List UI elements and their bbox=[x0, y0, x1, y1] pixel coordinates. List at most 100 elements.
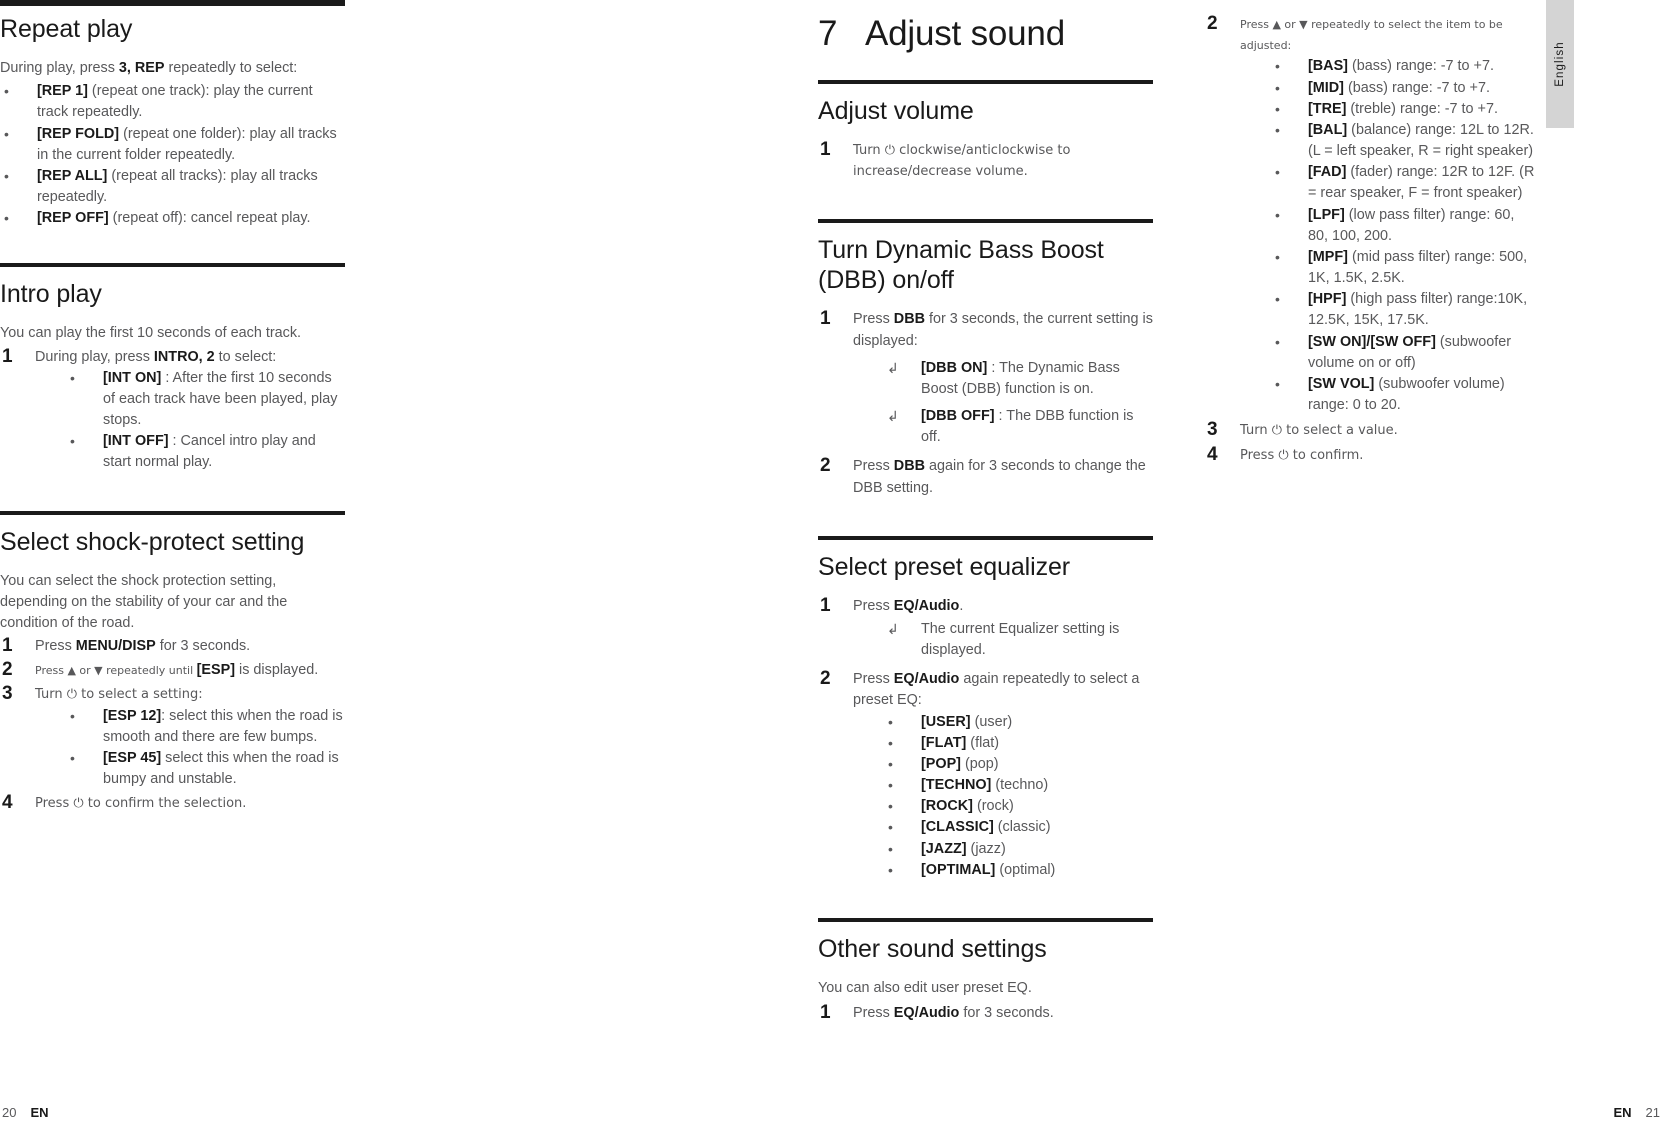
step-pre: Press bbox=[853, 311, 894, 328]
step-number: 3 bbox=[2, 683, 13, 705]
step-item: 1 Press MENU/DISP for 3 seconds. bbox=[0, 635, 345, 657]
list-item: • [ESP 12]: select this when the road is … bbox=[35, 706, 345, 748]
manual-page: Repeat play During play, press 3, REP re… bbox=[0, 0, 1678, 1136]
bullet-dot-icon: • bbox=[70, 749, 75, 766]
list-item: • [CLASSIC] (classic) bbox=[853, 817, 1153, 838]
option-code: [FLAT] bbox=[921, 734, 967, 751]
list-item: • [FAD] (fader) range: 12R to 12F. (R = r… bbox=[1240, 162, 1535, 204]
section-intro: You can also edit user preset EQ. bbox=[818, 979, 1032, 996]
arrow-right-icon: ↲ bbox=[887, 359, 899, 376]
bullet-dot-icon: • bbox=[70, 369, 75, 386]
bullet-dot-icon: • bbox=[888, 777, 893, 794]
intro-post: repeatedly to select: bbox=[164, 60, 298, 76]
bullet-dot-icon: • bbox=[1275, 121, 1280, 138]
step-item: 1 Press EQ/Audio. ↲ The current Equalizer… bbox=[818, 594, 1153, 662]
list-item: ↲ [DBB OFF] : The DBB function is off. bbox=[853, 406, 1153, 448]
preset-eq-steps: 1 Press EQ/Audio. ↲ The current Equalizer… bbox=[818, 594, 1153, 881]
step-number: 1 bbox=[820, 594, 831, 616]
section-divider bbox=[0, 263, 345, 268]
step-pre: Press bbox=[35, 638, 76, 655]
eq-result-list: ↲ The current Equalizer setting is displa… bbox=[853, 619, 1153, 661]
step-text: Turn ⏻ clockwise/anticlockwise to increa… bbox=[853, 143, 1071, 180]
bullet-dot-icon: • bbox=[1275, 375, 1280, 392]
step-number: 4 bbox=[2, 792, 13, 814]
dbb-steps: 1 Press DBB for 3 seconds, the current s… bbox=[818, 308, 1153, 498]
list-item: • [USER] (user) bbox=[853, 712, 1153, 733]
step-text: Press ⏻ to confirm. bbox=[1240, 448, 1364, 464]
list-item: • [ROCK] (rock) bbox=[853, 796, 1153, 817]
list-item: • [REP OFF] (repeat off): cancel repeat p… bbox=[0, 208, 345, 229]
section-divider bbox=[0, 510, 345, 515]
param-desc: (bass) range: -7 to +7. bbox=[1347, 58, 1494, 75]
option-desc: (repeat off): cancel repeat play. bbox=[108, 210, 311, 227]
middle-column: 7 Adjust sound Adjust volume 1 Turn ⏻ cl… bbox=[818, 0, 1153, 1027]
bullet-dot-icon: • bbox=[4, 210, 9, 227]
section-heading: Select preset equalizer bbox=[818, 552, 1071, 581]
param-code: [BAS] bbox=[1308, 58, 1348, 75]
option-desc: (pop) bbox=[960, 755, 999, 772]
param-code: [SW VOL] bbox=[1308, 375, 1375, 392]
bullet-dot-icon: • bbox=[888, 840, 893, 857]
dbb-result-list: ↲ [DBB ON] : The Dynamic Bass Boost (DBB)… bbox=[853, 358, 1153, 449]
footer-language-code: EN bbox=[1613, 1105, 1632, 1120]
bullet-dot-icon: • bbox=[1275, 58, 1280, 75]
bullet-dot-icon: • bbox=[70, 707, 75, 724]
list-item: • [REP 1] (repeat one track): play the cu… bbox=[0, 81, 345, 123]
option-code: [REP FOLD] bbox=[37, 125, 120, 142]
list-item: • [SW ON]/[SW OFF] (subwoofer volume on o… bbox=[1240, 332, 1535, 374]
step-number: 1 bbox=[2, 635, 13, 657]
section-divider bbox=[818, 535, 1153, 540]
result-desc: The current Equalizer setting is display… bbox=[921, 620, 1120, 659]
audio-param-list: • [BAS] (bass) range: -7 to +7. • [MID] (b… bbox=[1240, 56, 1535, 416]
step-bold: [ESP] bbox=[196, 662, 236, 679]
list-item: • [JAZZ] (jazz) bbox=[853, 839, 1153, 860]
param-code: [TRE] bbox=[1308, 100, 1347, 117]
bullet-dot-icon: • bbox=[4, 167, 9, 184]
eq-preset-list: • [USER] (user) • [FLAT] (flat) • [POP] (po… bbox=[853, 712, 1153, 881]
bullet-dot-icon: • bbox=[888, 819, 893, 836]
intro-bold: 3, REP bbox=[118, 60, 165, 76]
list-item: • [MPF] (mid pass filter) range: 500, 1K,… bbox=[1240, 247, 1535, 289]
section-heading: Adjust volume bbox=[818, 97, 974, 125]
audio-adjust-steps: 2 Press ▲ or ▼ repeatedly to select the … bbox=[1205, 13, 1535, 467]
list-item: • [INT ON] : After the first 10 seconds o… bbox=[35, 368, 345, 432]
param-code: [BAL] bbox=[1308, 121, 1348, 138]
bullet-dot-icon: • bbox=[888, 798, 893, 815]
param-code: [LPF] bbox=[1308, 206, 1345, 223]
shock-protect-steps: 1 Press MENU/DISP for 3 seconds. 2 Press… bbox=[0, 635, 345, 814]
step-number: 1 bbox=[820, 1002, 831, 1024]
bullet-dot-icon: • bbox=[1275, 206, 1280, 223]
result-code: [DBB ON] bbox=[921, 359, 988, 376]
bullet-dot-icon: • bbox=[1275, 100, 1280, 117]
bullet-dot-icon: • bbox=[1275, 333, 1280, 350]
option-desc: (flat) bbox=[966, 734, 1000, 751]
option-code: [INT OFF] bbox=[103, 433, 169, 450]
list-item: • [POP] (pop) bbox=[853, 754, 1153, 775]
section-dbb: Turn Dynamic Bass Boost (DBB) on/off 1 P… bbox=[818, 219, 1153, 498]
step-post: for 3 seconds. bbox=[959, 1005, 1054, 1022]
step-item: 1 During play, press INTRO, 2 to select:… bbox=[0, 345, 345, 474]
section-repeat-play: Repeat play During play, press 3, REP re… bbox=[0, 14, 345, 229]
arrow-right-icon: ↲ bbox=[887, 620, 899, 637]
footer-language-code: EN bbox=[30, 1105, 49, 1120]
step-bold: EQ/Audio bbox=[893, 597, 960, 614]
list-item: • [INT OFF] : Cancel intro play and start… bbox=[35, 431, 345, 473]
option-code: [REP 1] bbox=[37, 83, 88, 100]
step-item: 2 Press ▲ or ▼ repeatedly until [ESP] is… bbox=[0, 659, 345, 681]
step-item: 2 Press EQ/Audio again repeatedly to sel… bbox=[818, 668, 1153, 881]
step-pre: Press bbox=[853, 458, 894, 475]
option-code: [REP OFF] bbox=[37, 210, 109, 227]
chapter-number: 7 bbox=[818, 14, 838, 53]
param-desc: (bass) range: -7 to +7. bbox=[1343, 79, 1490, 96]
step-pre: Press ⏻ to confirm the selection. bbox=[35, 796, 247, 812]
list-item: • [FLAT] (flat) bbox=[853, 733, 1153, 754]
param-code: [MPF] bbox=[1308, 248, 1348, 265]
language-tab: English bbox=[1546, 0, 1574, 128]
bullet-dot-icon: • bbox=[1275, 248, 1280, 265]
step-number: 1 bbox=[2, 345, 13, 367]
intro-options-list: • [INT ON] : After the first 10 seconds o… bbox=[35, 368, 345, 474]
step-bold: DBB bbox=[893, 458, 925, 475]
option-desc: (optimal) bbox=[995, 861, 1056, 878]
